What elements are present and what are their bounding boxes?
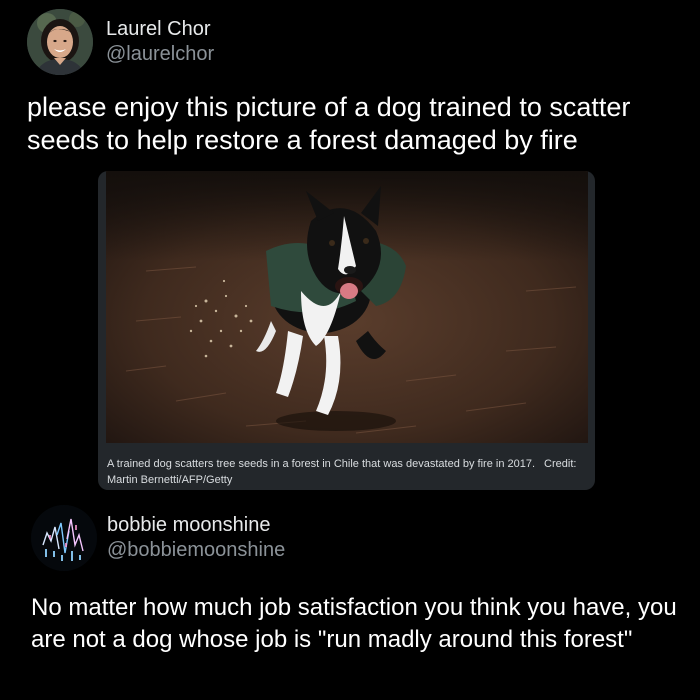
tweet-1-media-card[interactable]: A trained dog scatters tree seeds in a f… <box>98 171 595 490</box>
author-name[interactable]: bobbie moonshine <box>107 513 285 537</box>
tweet-2-header: bobbie moonshine @bobbiemoonshine <box>31 505 285 571</box>
dog-photo[interactable] <box>106 171 588 443</box>
avatar-glitch-art-icon <box>31 505 97 571</box>
tweet-2-author: bobbie moonshine @bobbiemoonshine <box>107 513 285 563</box>
author-name[interactable]: Laurel Chor <box>106 17 214 41</box>
bobbie-moonshine-avatar[interactable] <box>31 505 97 571</box>
dog-scattering-seeds-illustration <box>106 171 588 443</box>
tweet-2-text: No matter how much job satisfaction you … <box>31 594 677 653</box>
author-handle[interactable]: @bobbiemoonshine <box>107 537 285 563</box>
author-handle[interactable]: @laurelchor <box>106 41 214 67</box>
laurel-chor-avatar[interactable] <box>27 9 93 75</box>
tweet-1-author: Laurel Chor @laurelchor <box>106 17 214 67</box>
avatar-portrait-icon <box>27 9 93 75</box>
caption-text: A trained dog scatters tree seeds in a f… <box>107 458 536 470</box>
photo-caption: A trained dog scatters tree seeds in a f… <box>107 456 577 488</box>
tweet-1-header: Laurel Chor @laurelchor <box>27 9 214 75</box>
tweet-1-text: please enjoy this picture of a dog train… <box>27 92 631 155</box>
screenshot-page: Laurel Chor @laurelchor please enjoy thi… <box>0 0 700 700</box>
